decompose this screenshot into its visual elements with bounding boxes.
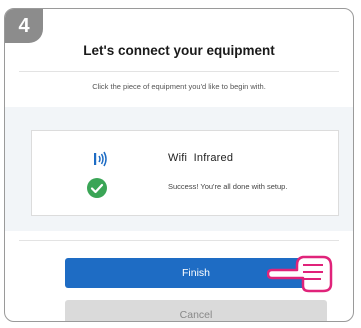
check-circle-icon	[87, 178, 107, 198]
cancel-button[interactable]: Cancel	[65, 300, 327, 321]
equipment-card[interactable]	[31, 130, 339, 216]
cancel-button-label: Cancel	[179, 309, 213, 321]
pointing-hand-icon	[267, 255, 333, 293]
dialog-frame: 4 Let's connect your equipment Click the…	[4, 8, 354, 322]
wifi-signal-icon	[94, 151, 107, 167]
step-number: 4	[18, 14, 30, 37]
page-title: Let's connect your equipment	[83, 43, 275, 58]
page-subtitle: Click the piece of equipment you'd like …	[92, 82, 266, 91]
success-message: Success! You're all done with setup.	[168, 182, 288, 191]
equipment-name: Wifi Infrared	[168, 152, 234, 164]
finish-button-label: Finish	[181, 267, 210, 279]
step-badge: 4	[5, 9, 43, 43]
divider	[19, 71, 339, 72]
